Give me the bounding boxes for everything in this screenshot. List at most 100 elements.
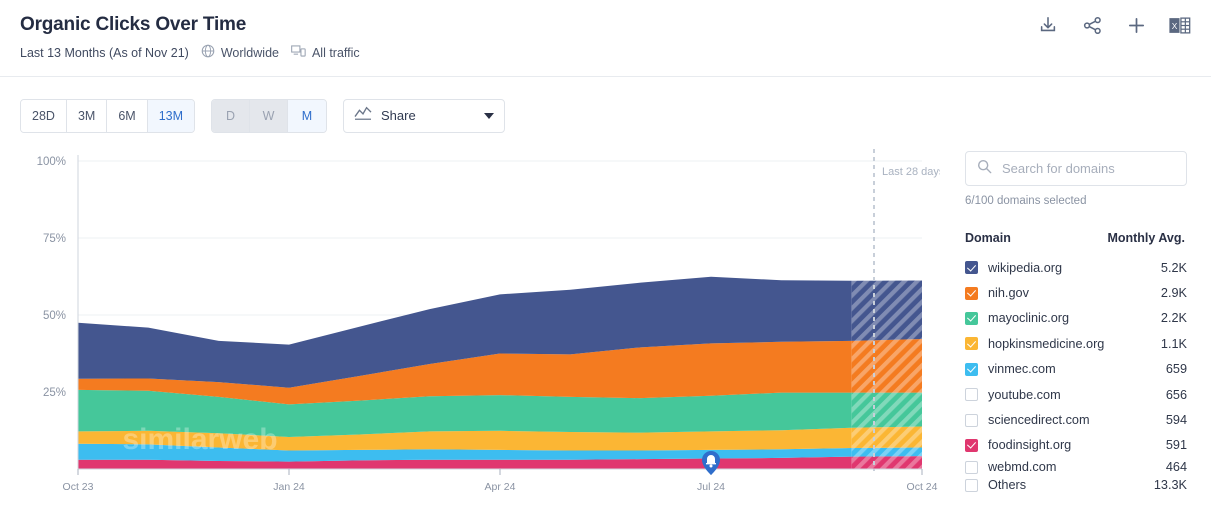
- domain-monthly-avg-value: 659: [1165, 362, 1187, 377]
- traffic-filter[interactable]: All traffic: [291, 44, 360, 61]
- domain-name-label: youtube.com: [988, 387, 1061, 402]
- metric-select[interactable]: Share: [343, 98, 506, 133]
- chevron-down-icon: [484, 112, 495, 119]
- domain-row[interactable]: youtube.com 656: [965, 382, 1187, 407]
- share-icon-button[interactable]: [1079, 12, 1105, 38]
- domain-name-label: vinmec.com: [988, 362, 1056, 377]
- domain-name-label: mayoclinic.org: [988, 311, 1070, 326]
- domain-checkbox[interactable]: [965, 337, 978, 351]
- domain-monthly-avg-value: 594: [1165, 413, 1187, 428]
- domain-row[interactable]: wikipedia.org 5.2K: [965, 255, 1187, 280]
- range-button-13m[interactable]: 13M: [147, 99, 195, 132]
- area-series-forecast[interactable]: [851, 392, 922, 428]
- domain-name-label: Others: [988, 478, 1027, 493]
- date-range-selector: 28D 3M 6M 13M: [20, 98, 196, 133]
- domain-name-label: sciencedirect.com: [988, 413, 1090, 428]
- area-series-forecast[interactable]: [851, 447, 922, 457]
- header-actions: X: [1035, 12, 1193, 38]
- x-axis-tick-label: Oct 23: [63, 481, 94, 493]
- domain-sidebar: 6/100 domains selected Domain Monthly Av…: [955, 139, 1211, 518]
- svg-text:X: X: [1172, 21, 1178, 31]
- domain-list: wikipedia.org 5.2K nih.gov 2.9K mayoclinic.o…: [965, 255, 1187, 494]
- page-title: Organic Clicks Over Time: [20, 14, 247, 35]
- domain-monthly-avg-value: 13.3K: [1153, 478, 1187, 493]
- domain-name-label: webmd.com: [988, 460, 1057, 475]
- search-input[interactable]: [1002, 161, 1175, 176]
- x-axis-tick-label: Apr 24: [485, 481, 516, 493]
- y-axis-tick-label: 50%: [43, 310, 66, 322]
- search-box[interactable]: [965, 151, 1187, 186]
- traffic-label: All traffic: [311, 45, 360, 60]
- domain-monthly-avg-value: 2.2K: [1160, 311, 1187, 326]
- domain-checkbox[interactable]: [965, 261, 978, 275]
- domain-monthly-avg-value: 5.2K: [1160, 260, 1187, 275]
- page-header: Organic Clicks Over Time Last 13 Months …: [0, 0, 1211, 77]
- domain-row[interactable]: Others 13.3K: [965, 476, 1187, 494]
- chart-toolbar: 28D 3M 6M 13M DWM Share: [0, 77, 1211, 139]
- domain-row[interactable]: nih.gov 2.9K: [965, 280, 1187, 305]
- domain-checkbox[interactable]: [965, 311, 978, 325]
- column-header-domain: Domain: [965, 231, 1011, 245]
- range-button-6m[interactable]: 6M: [107, 99, 148, 132]
- alert-marker[interactable]: [702, 451, 720, 475]
- body-area: 25% 50% 75% 100% similarweb Last 28 days Oct 2…: [0, 139, 1211, 518]
- area-chart-icon: [354, 105, 372, 126]
- granularity-button-m[interactable]: M: [288, 99, 327, 132]
- range-button-28d[interactable]: 28D: [21, 99, 67, 132]
- device-traffic-icon: [291, 44, 306, 61]
- chart-right-clip: [940, 139, 955, 518]
- domain-monthly-avg-value: 591: [1165, 438, 1187, 453]
- domain-name-label: hopkinsmedicine.org: [988, 336, 1105, 351]
- domain-row[interactable]: foodinsight.org 591: [965, 433, 1187, 458]
- chart-canvas[interactable]: 25% 50% 75% 100% similarweb Last 28 days Oct 2…: [0, 139, 955, 518]
- area-series-forecast[interactable]: [851, 456, 922, 469]
- date-range-label: Last 13 Months (As of Nov 21): [20, 45, 189, 60]
- domain-monthly-avg-value: 2.9K: [1160, 286, 1187, 301]
- forecast-label: Last 28 days: [882, 166, 945, 178]
- domain-row[interactable]: hopkinsmedicine.org 1.1K: [965, 331, 1187, 356]
- globe-icon: [201, 44, 215, 61]
- granularity-selector: DWM: [211, 98, 328, 133]
- granularity-button-d[interactable]: D: [212, 99, 251, 132]
- download-icon-button[interactable]: [1035, 12, 1061, 38]
- y-axis-tick-label: 75%: [43, 233, 66, 245]
- domain-checkbox[interactable]: [965, 388, 978, 402]
- y-axis-tick-label: 100%: [37, 156, 66, 168]
- domain-name-label: nih.gov: [988, 286, 1029, 301]
- country-label: Worldwide: [220, 45, 279, 60]
- area-series-forecast[interactable]: [851, 426, 922, 449]
- stacked-area-chart[interactable]: 25% 50% 75% 100% similarweb Last 28 days Oct 2…: [0, 139, 955, 518]
- domain-checkbox[interactable]: [965, 413, 978, 427]
- plus-icon-button[interactable]: [1123, 12, 1149, 38]
- domain-name-label: wikipedia.org: [988, 260, 1063, 275]
- x-axis-tick-label: Jul 24: [697, 481, 725, 493]
- x-axis-tick-label: Jan 24: [273, 481, 305, 493]
- domain-row[interactable]: webmd.com 464: [965, 458, 1187, 476]
- domain-monthly-avg-value: 656: [1165, 387, 1187, 402]
- domain-row[interactable]: mayoclinic.org 2.2K: [965, 306, 1187, 331]
- domain-checkbox[interactable]: [965, 286, 978, 300]
- range-button-3m[interactable]: 3M: [66, 99, 108, 132]
- domain-name-label: foodinsight.org: [988, 438, 1072, 453]
- domain-checkbox[interactable]: [965, 362, 978, 376]
- domain-row[interactable]: sciencedirect.com 594: [965, 407, 1187, 432]
- domain-table-header: Domain Monthly Avg.: [965, 231, 1187, 245]
- domain-checkbox[interactable]: [965, 438, 978, 452]
- x-axis-tick-label: Oct 24: [907, 481, 938, 493]
- column-header-monthly-avg: Monthly Avg.: [1107, 231, 1185, 245]
- y-axis-tick-label: 25%: [43, 387, 66, 399]
- domain-checkbox[interactable]: [965, 478, 978, 492]
- selected-count-label: 6/100 domains selected: [965, 195, 1087, 207]
- area-series-forecast[interactable]: [851, 339, 922, 393]
- excel-export-icon-button[interactable]: X: [1167, 12, 1193, 38]
- metric-select-label: Share: [381, 108, 416, 123]
- area-series-forecast[interactable]: [851, 280, 922, 341]
- domain-monthly-avg-value: 464: [1165, 460, 1187, 475]
- subtitle-row: Last 13 Months (As of Nov 21) Worldwide …: [20, 44, 1191, 61]
- country-filter[interactable]: Worldwide: [201, 44, 279, 61]
- domain-checkbox[interactable]: [965, 460, 978, 474]
- granularity-button-w[interactable]: W: [250, 99, 289, 132]
- domain-monthly-avg-value: 1.1K: [1160, 336, 1187, 351]
- watermark: similarweb: [122, 423, 277, 456]
- domain-row[interactable]: vinmec.com 659: [965, 357, 1187, 382]
